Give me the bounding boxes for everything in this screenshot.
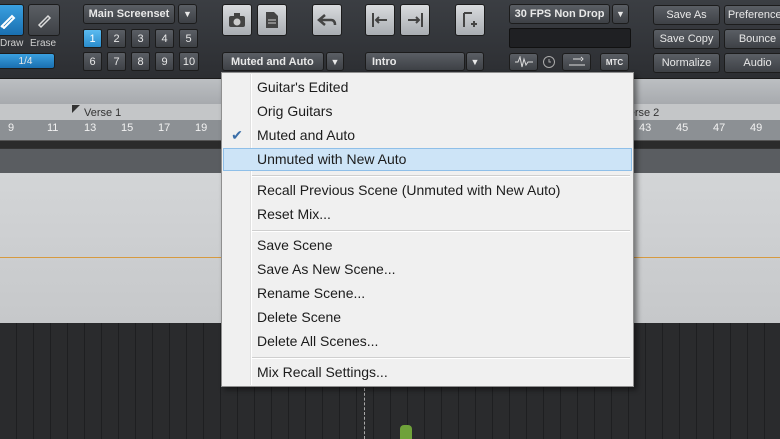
menu-item-reset-mix[interactable]: Reset Mix... [223, 203, 632, 226]
save-copy-button[interactable]: Save Copy [653, 29, 720, 49]
fps-select[interactable]: 30 FPS Non Drop [509, 4, 610, 24]
waveform-button[interactable] [509, 53, 538, 71]
draw-tool-button[interactable] [0, 4, 24, 36]
erase-label: Erase [30, 38, 57, 49]
menu-item-mix-recall-settings[interactable]: Mix Recall Settings... [223, 361, 632, 384]
bar-number: 43 [639, 122, 652, 134]
screenset-button-7[interactable]: 7 [107, 52, 126, 71]
bar-number: 49 [750, 122, 763, 134]
menu-item-scene-unmuted-with-new-auto[interactable]: Unmuted with New Auto [223, 148, 632, 171]
audio-button[interactable]: Audio [724, 53, 780, 73]
toolbar: Draw Erase 1/4 Main Screenset ▼ 1 2 3 4 … [0, 0, 780, 79]
waveform-icon [514, 56, 533, 68]
triangle-down-icon: ▼ [470, 56, 480, 67]
marker-dropdown-button[interactable]: ▼ [466, 52, 484, 71]
screenset-dropdown-button[interactable]: ▼ [178, 4, 197, 24]
screenset-select[interactable]: Main Screenset [83, 4, 175, 24]
next-marker-button[interactable] [400, 4, 430, 36]
checkmark-icon: ✔ [231, 127, 243, 143]
snapshot-button[interactable] [222, 4, 252, 36]
erase-tool-button[interactable] [28, 4, 60, 36]
menu-separator [252, 230, 630, 232]
screenset-button-4[interactable]: 4 [155, 29, 174, 48]
bar-number: 47 [713, 122, 726, 134]
undo-button[interactable] [312, 4, 342, 36]
draw-label: Draw [0, 38, 24, 49]
previous-marker-button[interactable] [365, 4, 395, 36]
fps-dropdown-button[interactable]: ▼ [612, 4, 629, 24]
marker-plus-icon [463, 12, 477, 27]
bar-number: 19 [195, 122, 208, 134]
camera-icon [229, 13, 245, 27]
menu-item-save-as-new-scene[interactable]: Save As New Scene... [223, 258, 632, 281]
marker-flag-icon [72, 105, 80, 113]
screenset-button-8[interactable]: 8 [131, 52, 150, 71]
triangle-down-icon: ▼ [330, 56, 340, 67]
menu-item-delete-scene[interactable]: Delete Scene [223, 306, 632, 329]
add-marker-button[interactable] [455, 4, 485, 36]
menu-item-delete-all-scenes[interactable]: Delete All Scenes... [223, 330, 632, 353]
notes-button[interactable] [257, 4, 287, 36]
screenset-button-10[interactable]: 10 [179, 52, 199, 71]
menu-item-scene-orig-guitars[interactable]: Orig Guitars [223, 100, 632, 123]
mtc-button[interactable]: MTC [600, 53, 629, 71]
bar-number: 11 [47, 122, 59, 134]
bar-number: 13 [84, 122, 97, 134]
sync-arrows-icon [568, 56, 585, 66]
screenset-button-9[interactable]: 9 [155, 52, 174, 71]
snap-value-button[interactable]: 1/4 [0, 53, 55, 69]
arrow-left-bar-icon [372, 13, 387, 27]
screenset-button-5[interactable]: 5 [179, 29, 198, 48]
screenset-button-1[interactable]: 1 [83, 29, 102, 48]
undo-arrow-icon [317, 14, 337, 26]
scene-dropdown-button[interactable]: ▼ [326, 52, 344, 71]
timecode-display [509, 28, 631, 48]
normalize-button[interactable]: Normalize [653, 53, 720, 73]
triangle-down-icon: ▼ [616, 9, 625, 19]
preferences-button[interactable]: Preferences [724, 5, 780, 25]
bar-number: 15 [121, 122, 134, 134]
menu-item-rename-scene[interactable]: Rename Scene... [223, 282, 632, 305]
pencil-icon [0, 14, 16, 29]
marker-select[interactable]: Intro [365, 52, 465, 71]
bounce-button[interactable]: Bounce [724, 29, 780, 49]
triangle-down-icon: ▼ [183, 9, 192, 19]
marker-verse-1[interactable]: Verse 1 [84, 107, 121, 119]
menu-item-save-scene[interactable]: Save Scene [223, 234, 632, 257]
mouse-cursor-icon [400, 425, 412, 439]
menu-item-recall-previous-scene[interactable]: Recall Previous Scene (Unmuted with New … [223, 179, 632, 202]
menu-item-scene-guitars-edited[interactable]: Guitar's Edited [223, 76, 632, 99]
menu-separator [252, 357, 630, 359]
screenset-button-6[interactable]: 6 [83, 52, 102, 71]
scene-select[interactable]: Muted and Auto [222, 52, 324, 71]
playhead-line [364, 388, 366, 439]
save-as-button[interactable]: Save As [653, 5, 720, 25]
document-icon [266, 12, 278, 28]
menu-separator [252, 175, 630, 177]
arrow-right-bar-icon [408, 13, 423, 27]
menu-item-label: Muted and Auto [257, 127, 356, 143]
bar-number: 9 [8, 122, 15, 134]
eraser-pencil-icon [37, 14, 52, 29]
scene-context-menu: Guitar's Edited Orig Guitars ✔ Muted and… [221, 72, 634, 387]
bar-number: 17 [158, 122, 171, 134]
screenset-button-2[interactable]: 2 [107, 29, 126, 48]
bar-number: 45 [676, 122, 689, 134]
screenset-button-3[interactable]: 3 [131, 29, 150, 48]
sync-button[interactable] [562, 53, 591, 71]
menu-item-scene-muted-and-auto[interactable]: ✔ Muted and Auto [223, 124, 632, 147]
